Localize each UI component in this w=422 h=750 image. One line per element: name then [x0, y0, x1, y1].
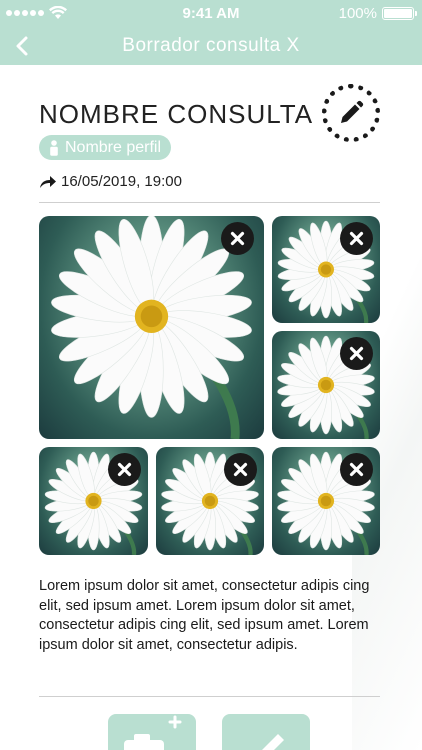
photo-thumbnail[interactable]: [272, 447, 380, 555]
share-arrow-icon: [40, 175, 56, 188]
battery-icon: [382, 7, 417, 20]
photo-thumbnail[interactable]: [156, 447, 264, 555]
photo-thumbnail[interactable]: [272, 216, 380, 323]
divider-top: [39, 202, 380, 203]
add-photo-button[interactable]: [108, 714, 196, 750]
close-icon: [349, 346, 364, 361]
write-button[interactable]: [222, 714, 310, 750]
navigation-bar: Borrador consulta X: [0, 28, 422, 65]
photo-thumbnail[interactable]: [39, 216, 264, 439]
consulta-name: NOMBRE CONSULTA: [39, 99, 314, 129]
photo-thumbnail[interactable]: [272, 331, 380, 439]
date-row: 16/05/2019, 19:00: [39, 173, 182, 190]
close-icon: [230, 231, 245, 246]
remove-photo-button[interactable]: [340, 337, 373, 370]
remove-photo-button[interactable]: [224, 453, 257, 486]
profile-badge[interactable]: Nombre perfil: [39, 135, 172, 160]
pencil-icon: [262, 734, 284, 750]
remove-photo-button[interactable]: [221, 222, 254, 255]
pencil-icon: [341, 100, 364, 123]
remove-photo-button[interactable]: [340, 222, 373, 255]
battery-percent: 100%: [338, 5, 377, 22]
remove-photo-button[interactable]: [340, 453, 373, 486]
close-icon: [117, 462, 132, 477]
close-icon: [349, 231, 364, 246]
photo-thumbnail[interactable]: [39, 447, 148, 555]
edit-button[interactable]: [322, 84, 380, 142]
remove-photo-button[interactable]: [108, 453, 141, 486]
close-icon: [349, 462, 364, 477]
profile-name: Nombre perfil: [65, 138, 162, 156]
battery-group: 100%: [338, 5, 417, 22]
consulta-date: 16/05/2019, 19:00: [61, 173, 182, 190]
consulta-description: Lorem ipsum dolor sit amet, consectetur …: [39, 578, 370, 653]
nav-title: Borrador consulta X: [122, 35, 300, 56]
close-icon: [233, 462, 248, 477]
camera-plus-icon: [124, 715, 182, 750]
person-icon: [50, 139, 58, 156]
divider-bottom: [39, 696, 380, 697]
status-bar: 9:41 AM 100%: [0, 0, 422, 28]
